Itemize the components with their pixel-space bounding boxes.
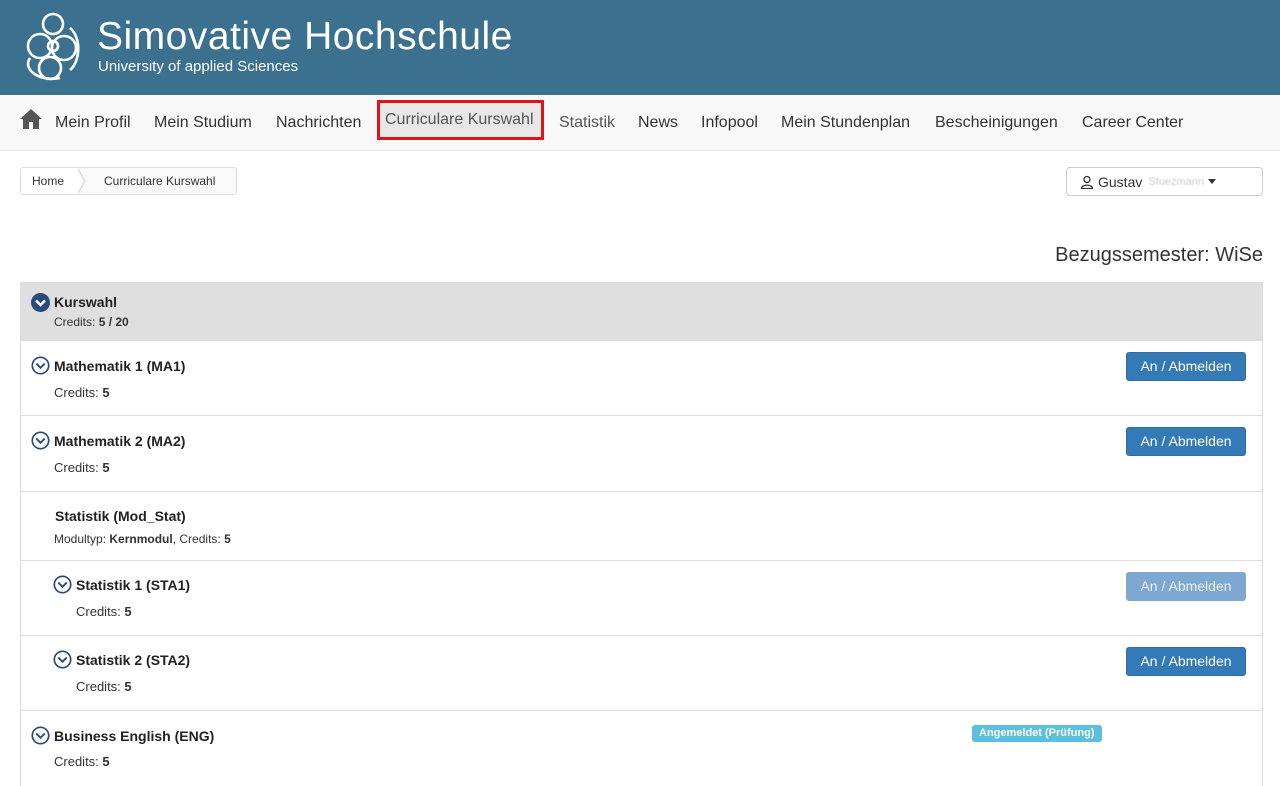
course-credits: Credits: 5 — [76, 679, 132, 694]
nav-item-nachrichten[interactable]: Nachrichten — [276, 95, 361, 151]
user-icon — [1080, 175, 1094, 189]
nav-item-mein-profil[interactable]: Mein Profil — [55, 95, 131, 151]
brand-title: Simovative Hochschule — [97, 15, 513, 58]
enroll-button-disabled: An / Abmelden — [1126, 572, 1246, 601]
panel-credits: Credits: 5 / 20 — [54, 315, 129, 329]
course-credits: Credits: 5 — [54, 385, 110, 400]
nav-item-mein-studium[interactable]: Mein Studium — [154, 95, 252, 151]
reference-semester: Bezugssemester: WiSe — [1055, 244, 1263, 266]
credits-label: Credits: — [54, 460, 99, 475]
header-banner: Simovative Hochschule University of appl… — [0, 0, 1280, 95]
breadcrumb-home[interactable]: Home — [21, 168, 79, 194]
course-row-ma2: Mathematik 2 (MA2) Credits: 5 An / Abmel… — [21, 416, 1262, 492]
course-selection-panel: Kurswahl Credits: 5 / 20 Mathematik 1 (M… — [20, 282, 1263, 786]
course-credits: Credits: 5 — [54, 460, 110, 475]
credits-label: Credits: — [54, 385, 99, 400]
credits-value: 5 — [102, 385, 110, 400]
credits-value: 5 — [124, 604, 132, 619]
course-row-sta1: Statistik 1 (STA1) Credits: 5 An / Abmel… — [21, 561, 1262, 636]
nav-item-curriculare-kurswahl-label: Curriculare Kurswahl — [385, 111, 534, 128]
nav-item-news[interactable]: News — [638, 95, 678, 151]
brand-subtitle: University of applied Sciences — [98, 58, 299, 75]
panel-credits-label: Credits: — [54, 315, 96, 329]
nav-item-mein-stundenplan[interactable]: Mein Stundenplan — [781, 95, 910, 151]
course-title: Business English (ENG) — [54, 728, 215, 744]
course-title: Statistik 1 (STA1) — [76, 577, 191, 593]
chevron-down-circle-icon[interactable] — [31, 356, 50, 375]
chevron-down-circle-icon[interactable] — [31, 726, 50, 745]
panel-title: Kurswahl — [54, 294, 118, 310]
credits-value: 5 — [224, 532, 231, 546]
chevron-down-circle-icon[interactable] — [31, 431, 50, 450]
course-credits: Credits: 5 — [54, 754, 110, 769]
user-first-name: Gustav — [1098, 173, 1143, 190]
breadcrumb: Home Curriculare Kurswahl — [20, 167, 238, 195]
course-row-ma1: Mathematik 1 (MA1) Credits: 5 An / Abmel… — [21, 341, 1262, 416]
module-info: Modultyp: Kernmodul, Credits: 5 — [54, 532, 231, 546]
university-logo-icon — [26, 12, 80, 81]
course-title: Mathematik 1 (MA1) — [54, 358, 186, 374]
enroll-button[interactable]: An / Abmelden — [1126, 427, 1246, 456]
credits-label: Credits: — [76, 604, 121, 619]
enroll-button[interactable]: An / Abmelden — [1126, 647, 1246, 676]
user-last-name: Stuezmann — [1148, 175, 1205, 188]
credits-label: Credits: — [76, 679, 121, 694]
course-row-sta2: Statistik 2 (STA2) Credits: 5 An / Abmel… — [21, 636, 1262, 711]
credits-label: Credits: — [179, 532, 221, 546]
nav-item-statistik[interactable]: Statistik — [559, 95, 615, 151]
course-row-eng: Business English (ENG) Credits: 5 Angeme… — [21, 711, 1262, 786]
home-icon[interactable] — [19, 108, 43, 130]
chevron-down-icon — [1208, 179, 1217, 184]
module-type-label: Modultyp: — [54, 532, 107, 546]
main-navbar: Mein Profil Mein Studium Nachrichten Sta… — [0, 95, 1280, 151]
module-row-statistik: Statistik (Mod_Stat) Modultyp: Kernmodul… — [21, 492, 1262, 561]
panel-credits-value: 5 / 20 — [98, 315, 129, 329]
nav-item-bescheinigungen[interactable]: Bescheinigungen — [935, 95, 1058, 151]
course-title: Mathematik 2 (MA2) — [54, 433, 186, 449]
panel-header: Kurswahl Credits: 5 / 20 — [21, 283, 1262, 341]
nav-item-curriculare-kurswahl[interactable]: Curriculare Kurswahl — [377, 100, 544, 140]
enroll-button[interactable]: An / Abmelden — [1126, 352, 1246, 381]
credits-value: 5 — [124, 679, 132, 694]
breadcrumb-current: Curriculare Kurswahl — [104, 174, 216, 188]
collapse-circle-icon[interactable] — [31, 293, 50, 312]
user-menu-dropdown[interactable]: Gustav Stuezmann — [1066, 167, 1263, 196]
chevron-down-circle-icon[interactable] — [53, 575, 72, 594]
breadcrumb-separator — [77, 168, 87, 194]
nav-item-infopool[interactable]: Infopool — [701, 95, 758, 151]
credits-value: 5 — [102, 460, 110, 475]
course-credits: Credits: 5 — [76, 604, 132, 619]
module-type-value: Kernmodul — [109, 532, 173, 546]
nav-item-career-center[interactable]: Career Center — [1082, 95, 1183, 151]
module-title: Statistik (Mod_Stat) — [55, 508, 186, 524]
credits-value: 5 — [102, 754, 110, 769]
course-title: Statistik 2 (STA2) — [76, 652, 191, 668]
credits-label: Credits: — [54, 754, 99, 769]
status-badge: Angemeldet (Prüfung) — [972, 725, 1102, 742]
chevron-down-circle-icon[interactable] — [53, 650, 72, 669]
